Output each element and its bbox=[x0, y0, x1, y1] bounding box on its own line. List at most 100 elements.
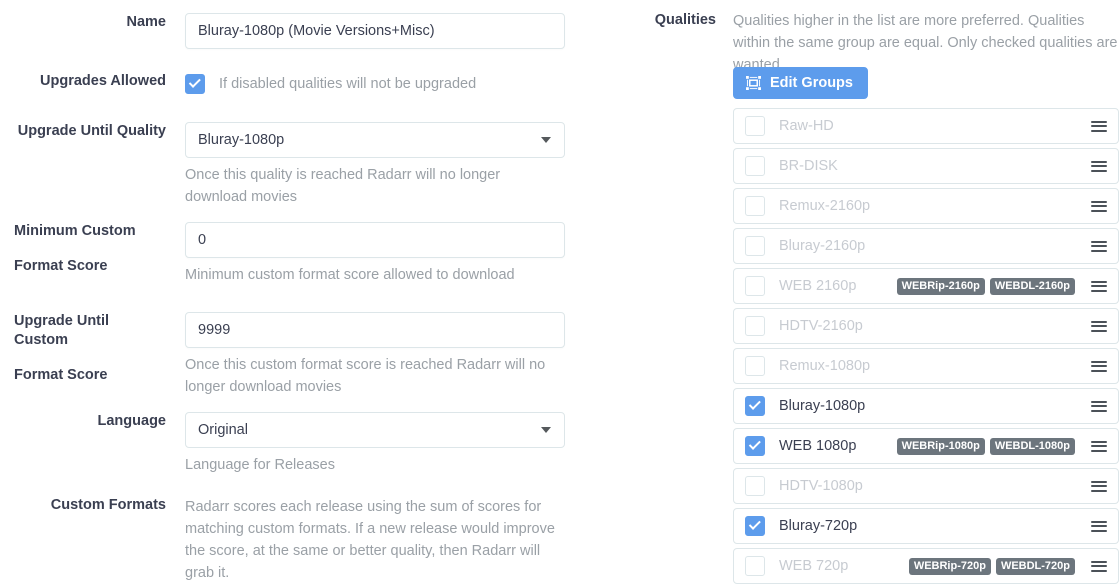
minimum-custom-format-score-label: Minimum Custom Format Score bbox=[0, 222, 166, 276]
upgrade-until-custom-format-score-input[interactable] bbox=[185, 312, 565, 348]
quality-checkbox[interactable] bbox=[745, 196, 765, 216]
qualities-label: Qualities bbox=[654, 12, 716, 28]
upgrade-until-custom-format-score-label-line1: Upgrade Until Custom bbox=[14, 313, 110, 348]
quality-profile-editor: Name Upgrades Allowed If disabled qualit… bbox=[0, 0, 1119, 588]
drag-handle-icon[interactable] bbox=[1084, 309, 1114, 343]
quality-checkbox[interactable] bbox=[745, 276, 765, 296]
quality-checkbox[interactable] bbox=[745, 156, 765, 176]
quality-name: BR-DISK bbox=[779, 158, 838, 174]
quality-row[interactable]: Remux-1080p bbox=[733, 348, 1119, 384]
form-row-custom-formats: Custom Formats Radarr scores each releas… bbox=[0, 496, 565, 584]
drag-handle-icon[interactable] bbox=[1084, 429, 1114, 463]
quality-badges: WEBRip-2160p WEBDL-2160p bbox=[896, 277, 1075, 295]
profile-form: Name Upgrades Allowed If disabled qualit… bbox=[0, 0, 600, 588]
quality-row[interactable]: Bluray-2160p bbox=[733, 228, 1119, 264]
drag-handle-icon[interactable] bbox=[1084, 189, 1114, 223]
quality-badges: WEBRip-720p WEBDL-720p bbox=[908, 557, 1075, 575]
quality-row[interactable]: HDTV-2160p bbox=[733, 308, 1119, 344]
drag-handle-icon[interactable] bbox=[1084, 149, 1114, 183]
upgrade-until-quality-help: Once this quality is reached Radarr will… bbox=[185, 167, 501, 205]
drag-handle-icon[interactable] bbox=[1084, 389, 1114, 423]
quality-row[interactable]: BR-DISK bbox=[733, 148, 1119, 184]
drag-handle-icon[interactable] bbox=[1084, 469, 1114, 503]
quality-badges: WEBRip-1080p WEBDL-1080p bbox=[896, 437, 1075, 455]
language-select[interactable]: Original bbox=[185, 412, 565, 448]
name-control bbox=[185, 13, 565, 49]
drag-handle-icon[interactable] bbox=[1084, 229, 1114, 263]
quality-name: HDTV-1080p bbox=[779, 478, 863, 494]
quality-checkbox[interactable] bbox=[745, 556, 765, 576]
form-row-upgrade-until-custom-format-score: Upgrade Until Custom Format Score Once t… bbox=[0, 312, 565, 398]
upgrade-until-custom-format-score-label-line2: Format Score bbox=[14, 367, 108, 383]
quality-name: HDTV-2160p bbox=[779, 318, 863, 334]
quality-row[interactable]: Bluray-720p bbox=[733, 508, 1119, 544]
upgrade-until-quality-select[interactable]: Bluray-1080p bbox=[185, 122, 565, 158]
drag-handle-icon[interactable] bbox=[1084, 549, 1114, 583]
language-help: Language for Releases bbox=[185, 457, 335, 473]
quality-name: Bluray-2160p bbox=[779, 238, 866, 254]
object-group-icon bbox=[746, 76, 761, 90]
quality-checkbox[interactable] bbox=[745, 436, 765, 456]
quality-checkbox[interactable] bbox=[745, 396, 765, 416]
upgrade-until-quality-value: Bluray-1080p bbox=[185, 122, 565, 158]
quality-checkbox[interactable] bbox=[745, 516, 765, 536]
quality-row[interactable]: WEB 2160p WEBRip-2160p WEBDL-2160p bbox=[733, 268, 1119, 304]
name-input[interactable] bbox=[185, 13, 565, 49]
qualities-panel: Qualities Qualities higher in the list a… bbox=[600, 0, 1119, 588]
quality-badge: WEBRip-720p bbox=[908, 557, 991, 575]
quality-checkbox[interactable] bbox=[745, 476, 765, 496]
upgrade-until-quality-label: Upgrade Until Quality bbox=[17, 123, 166, 139]
quality-name: Bluray-720p bbox=[779, 518, 858, 534]
quality-row[interactable]: Remux-2160p bbox=[733, 188, 1119, 224]
upgrades-allowed-row: If disabled qualities will not be upgrad… bbox=[185, 72, 565, 96]
minimum-custom-format-score-label-line1: Minimum Custom bbox=[14, 223, 136, 239]
quality-badge: WEBRip-2160p bbox=[896, 277, 985, 295]
language-label: Language bbox=[97, 413, 166, 429]
chevron-down-icon bbox=[541, 137, 551, 143]
check-icon bbox=[748, 397, 761, 410]
drag-handle-icon[interactable] bbox=[1084, 509, 1114, 543]
form-row-language: Language Original Language for Releases bbox=[0, 412, 565, 476]
quality-checkbox[interactable] bbox=[745, 236, 765, 256]
minimum-custom-format-score-help: Minimum custom format score allowed to d… bbox=[185, 267, 515, 283]
quality-name: Raw-HD bbox=[779, 118, 834, 134]
edit-groups-label: Edit Groups bbox=[770, 75, 853, 91]
upgrades-allowed-control: If disabled qualities will not be upgrad… bbox=[185, 72, 565, 96]
form-row-minimum-custom-format-score: Minimum Custom Format Score Minimum cust… bbox=[0, 222, 565, 286]
quality-row[interactable]: HDTV-1080p bbox=[733, 468, 1119, 504]
quality-badge: WEBDL-2160p bbox=[989, 277, 1075, 295]
minimum-custom-format-score-input[interactable] bbox=[185, 222, 565, 258]
form-row-upgrades-allowed: Upgrades Allowed If disabled qualities w… bbox=[0, 72, 565, 96]
qualities-list: Raw-HD BR-DISK Remux-2160p Bluray-2160p WEB … bbox=[733, 108, 1119, 588]
form-row-name: Name bbox=[0, 13, 565, 49]
name-label: Name bbox=[126, 14, 167, 30]
quality-name: WEB 720p bbox=[779, 558, 849, 574]
quality-row[interactable]: Raw-HD bbox=[733, 108, 1119, 144]
minimum-custom-format-score-control: Minimum custom format score allowed to d… bbox=[185, 222, 565, 286]
quality-row[interactable]: WEB 720p WEBRip-720p WEBDL-720p bbox=[733, 548, 1119, 584]
quality-name: Bluray-1080p bbox=[779, 398, 866, 414]
edit-groups-button[interactable]: Edit Groups bbox=[733, 67, 868, 99]
chevron-down-icon bbox=[541, 427, 551, 433]
quality-name: Remux-1080p bbox=[779, 358, 871, 374]
upgrade-until-quality-control: Bluray-1080p Once this quality is reache… bbox=[185, 122, 565, 208]
drag-handle-icon[interactable] bbox=[1084, 349, 1114, 383]
quality-row[interactable]: Bluray-1080p bbox=[733, 388, 1119, 424]
upgrades-allowed-help: If disabled qualities will not be upgrad… bbox=[219, 76, 477, 92]
custom-formats-help: Radarr scores each release using the sum… bbox=[185, 499, 555, 581]
quality-badge: WEBDL-720p bbox=[995, 557, 1075, 575]
custom-formats-label: Custom Formats bbox=[50, 497, 166, 513]
quality-badge: WEBDL-1080p bbox=[989, 437, 1075, 455]
upgrades-allowed-checkbox[interactable] bbox=[185, 74, 205, 94]
quality-checkbox[interactable] bbox=[745, 116, 765, 136]
quality-row[interactable]: WEB 1080p WEBRip-1080p WEBDL-1080p bbox=[733, 428, 1119, 464]
custom-formats-control: Radarr scores each release using the sum… bbox=[185, 496, 565, 584]
quality-name: Remux-2160p bbox=[779, 198, 871, 214]
quality-checkbox[interactable] bbox=[745, 356, 765, 376]
drag-handle-icon[interactable] bbox=[1084, 269, 1114, 303]
minimum-custom-format-score-label-line2: Format Score bbox=[14, 258, 108, 274]
language-control: Original Language for Releases bbox=[185, 412, 565, 476]
upgrade-until-custom-format-score-help: Once this custom format score is reached… bbox=[185, 357, 546, 395]
drag-handle-icon[interactable] bbox=[1084, 109, 1114, 143]
quality-checkbox[interactable] bbox=[745, 316, 765, 336]
